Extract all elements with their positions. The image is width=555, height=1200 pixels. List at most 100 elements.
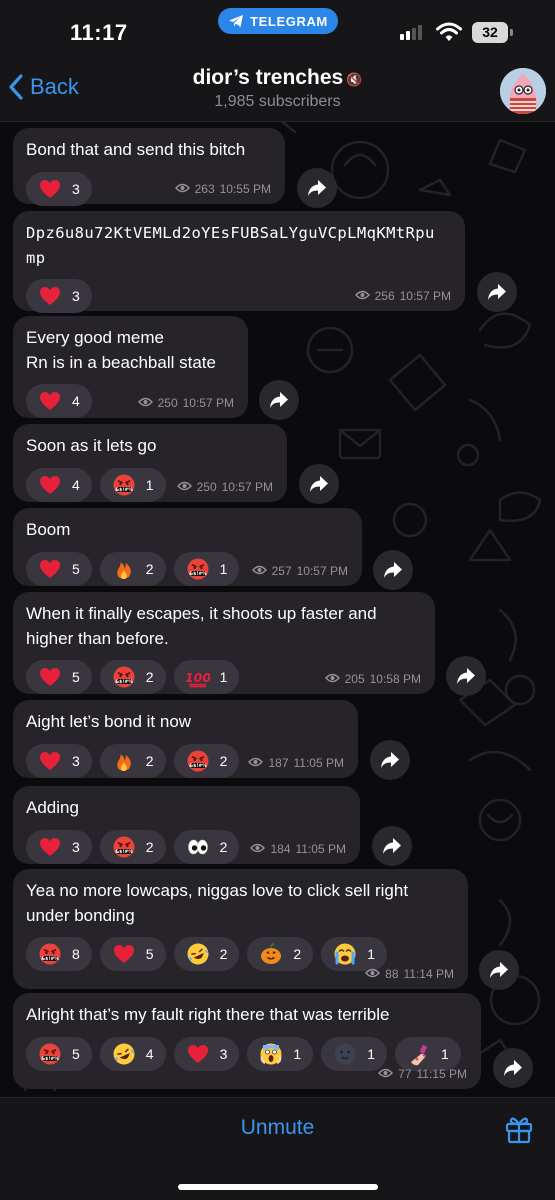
share-button[interactable] (493, 1048, 533, 1088)
message-bubble[interactable]: Every good meme Rn is in a beachball sta… (13, 316, 248, 418)
hundred-icon: 100 (186, 665, 210, 689)
share-arrow-icon (270, 392, 288, 408)
reaction-jack-o-lantern[interactable]: 2 (247, 937, 314, 971)
reaction-cursing[interactable]: &$!#% 1 (173, 551, 240, 586)
status-time: 11:17 (70, 20, 128, 45)
message-bubble[interactable]: When it finally escapes, it shoots up fa… (13, 592, 435, 694)
reaction-heart[interactable]: 3 (26, 171, 92, 206)
eye-icon (250, 842, 266, 856)
view-count: 250 (196, 480, 217, 494)
reaction-cursing[interactable]: &$!#% 5 (26, 1036, 92, 1071)
message-meta: 205 10:58 PM (324, 672, 421, 686)
message-time: 11:05 PM (293, 756, 344, 770)
reaction-count: 2 (293, 946, 302, 962)
reaction-hundred[interactable]: 100 1 (173, 660, 240, 694)
share-button[interactable] (372, 826, 412, 866)
reaction-count: 1 (145, 476, 154, 493)
rofl-icon (186, 942, 210, 966)
muted-speaker-icon: 🔇 (346, 72, 363, 87)
view-count: 184 (270, 842, 291, 856)
reaction-cursing[interactable]: &$!#% 8 (26, 937, 92, 971)
reaction-nail-polish[interactable]: 1 (394, 1036, 461, 1071)
share-button[interactable] (477, 272, 517, 312)
reaction-scream[interactable]: 1 (247, 1036, 314, 1071)
reaction-count: 5 (72, 669, 80, 685)
reaction-count: 4 (145, 1045, 154, 1062)
share-arrow-icon (310, 476, 328, 492)
reaction-rofl[interactable]: 2 (173, 937, 240, 971)
reaction-count: 3 (72, 838, 80, 855)
scream-icon (259, 1042, 283, 1066)
share-button[interactable] (479, 950, 519, 990)
reaction-heart[interactable]: 4 (26, 384, 92, 418)
message-bubble[interactable]: Bond that and send this bitch 3 263 10:55 P… (13, 128, 285, 206)
share-button[interactable] (297, 168, 337, 208)
eye-icon (174, 182, 190, 196)
reaction-new-moon-face[interactable]: 1 (321, 1036, 387, 1071)
reaction-heart[interactable]: 5 (99, 937, 166, 971)
message-meta: 187 11:05 PM (248, 756, 344, 770)
reaction-crying[interactable]: 1 (321, 937, 387, 971)
message-time: 10:57 PM (182, 396, 234, 410)
reaction-heart[interactable]: 3 (26, 743, 92, 778)
message-bubble[interactable]: Alright that’s my fault right there that… (13, 993, 481, 1089)
reaction-eyes[interactable]: 2 (173, 829, 240, 864)
cellular-signal-icon (400, 25, 422, 40)
reaction-heart[interactable]: 4 (26, 467, 92, 502)
view-count: 77 (398, 1067, 412, 1081)
reaction-heart[interactable]: 3 (26, 829, 92, 864)
cursing-icon: &$!#% (38, 1042, 62, 1066)
reaction-heart[interactable]: 5 (26, 660, 92, 694)
reaction-count: 4 (72, 393, 80, 409)
message-text: Alright that’s my fault right there that… (26, 1005, 390, 1024)
reaction-count: 3 (72, 180, 80, 197)
heart-icon (38, 389, 62, 413)
view-count: 187 (268, 756, 289, 770)
share-button[interactable] (370, 740, 410, 780)
channel-title[interactable]: dior’s trenches 🔇 (0, 66, 555, 90)
share-button[interactable] (373, 550, 413, 590)
message-bubble[interactable]: Adding 3 &$!#% 2 2 184 11:05 PM (13, 786, 360, 864)
message-meta: 88 11:14 PM (365, 967, 454, 981)
reaction-heart[interactable]: 3 (173, 1036, 240, 1071)
message-bubble[interactable]: Aight let’s bond it now 3 2 &$!#% 2 187 11:05 … (13, 700, 358, 778)
gift-icon[interactable] (504, 1114, 534, 1144)
eye-icon (365, 967, 381, 981)
unmute-button[interactable]: Unmute (0, 1116, 555, 1140)
jack-o-lantern-icon (259, 942, 283, 966)
eye-icon (137, 396, 153, 410)
reaction-count: 5 (72, 1045, 80, 1062)
reaction-count: 2 (145, 669, 154, 685)
navigation-header: 11:17 TELEGRAM 32 Back dior’s trenches 🔇 … (0, 0, 555, 122)
reaction-cursing[interactable]: &$!#% 2 (99, 829, 166, 864)
reaction-count: 5 (145, 946, 154, 962)
channel-avatar[interactable] (500, 68, 546, 114)
share-button[interactable] (299, 464, 339, 504)
message-bubble[interactable]: Boom 5 2 &$!#% 1 257 10:57 PM (13, 508, 362, 586)
message-meta: 77 11:15 PM (378, 1067, 467, 1081)
share-button[interactable] (446, 656, 486, 696)
telegram-pill[interactable]: TELEGRAM (218, 8, 338, 34)
reaction-cursing[interactable]: &$!#% 2 (99, 660, 166, 694)
eye-icon (251, 564, 267, 578)
message-bubble[interactable]: Yea no more lowcaps, niggas love to clic… (13, 869, 468, 989)
reaction-rofl[interactable]: 4 (99, 1036, 166, 1071)
message-bubble[interactable]: Soon as it lets go 4 &$!#% 1 250 10:57 PM (13, 424, 287, 502)
view-count: 256 (374, 289, 395, 303)
reaction-fire[interactable]: 2 (99, 551, 166, 586)
heart-icon (38, 749, 62, 773)
message-time: 11:14 PM (403, 967, 454, 981)
heart-icon (38, 284, 62, 308)
share-button[interactable] (259, 380, 299, 420)
view-count: 257 (271, 564, 292, 578)
view-count: 88 (385, 967, 399, 981)
reaction-cursing[interactable]: &$!#% 2 (173, 743, 240, 778)
reaction-heart[interactable]: 5 (26, 551, 92, 586)
message-text: Every good meme Rn is in a beachball sta… (26, 328, 216, 372)
message-bubble[interactable]: Dpz6u8u72KtVEMLd2oYEsFUBSaLYguVCpLMqKMtR… (13, 211, 465, 313)
reaction-cursing[interactable]: &$!#% 1 (99, 467, 166, 502)
home-indicator (178, 1184, 378, 1190)
message-text: Soon as it lets go (26, 436, 157, 455)
reaction-heart[interactable]: 3 (26, 279, 92, 313)
reaction-fire[interactable]: 2 (99, 743, 166, 778)
